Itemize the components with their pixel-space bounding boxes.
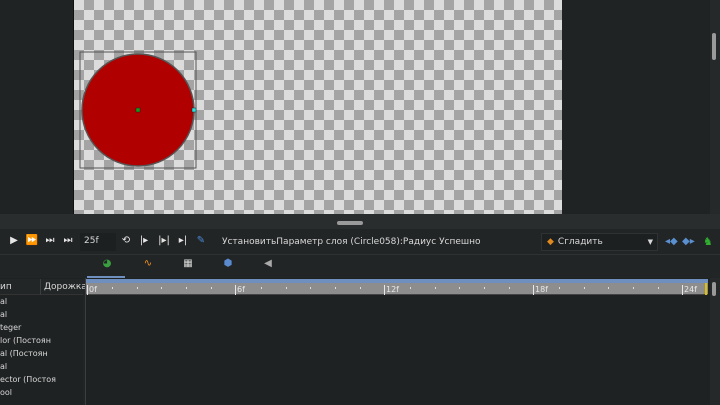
tab-params[interactable]: ◕ [100,258,114,272]
tick-label: 18f [533,285,548,295]
minor-tick [434,287,436,289]
param-row[interactable]: ool [0,388,83,401]
time-cursor[interactable] [705,283,707,295]
status-message: УстановитьПараметр слоя (Circle058):Ради… [222,237,481,247]
bounds-icon[interactable]: |▸| [155,235,173,246]
param-row[interactable]: al (Постоян [0,349,83,362]
interpolation-select[interactable]: ◆ Сгладить ▼ [541,233,658,251]
param-row[interactable]: al [0,362,83,375]
origin-handle [135,107,141,113]
tab-curves[interactable]: ∿ [141,258,155,272]
param-row[interactable]: teger [0,323,83,336]
minor-tick [658,287,660,289]
canvas-vertical-scrollbar[interactable] [710,0,720,214]
minor-tick [459,287,461,289]
minor-tick [608,287,610,289]
minor-tick [583,287,585,289]
minor-tick [335,287,337,289]
tab-sound[interactable]: ◀ [261,258,275,272]
tick-label: 24f [682,285,697,295]
seek-next-keyframe-icon[interactable]: ⏭ [41,235,59,246]
tick-label: 6f [235,285,245,295]
minor-tick [484,287,486,289]
minor-tick [633,287,635,289]
tick-label: 12f [384,285,399,295]
interpolation-diamond-icon: ◆ [547,237,554,247]
seek-end-icon[interactable]: ⏭ [59,235,77,246]
radius-handle [191,107,197,113]
bounds-end-icon[interactable]: ▸| [174,235,192,246]
time-ruler[interactable]: 0f 6f 12f 18f 24f [86,283,708,295]
bounds-start-icon[interactable]: |▸ [135,235,153,246]
tab-library[interactable]: ⬢ [221,258,235,272]
play-icon[interactable]: ▶ [5,235,23,246]
column-track[interactable]: Дорожка [44,282,87,292]
chevron-down-icon: ▼ [647,238,653,246]
tab-keyframes[interactable]: ▦ [181,258,195,272]
minor-tick [260,287,262,289]
column-type[interactable]: ип [0,282,12,292]
tick-label: 0f [87,285,97,295]
future-keyframes-lock-icon[interactable]: ◆▸ [682,236,695,247]
minor-tick [211,287,213,289]
splitter-grip[interactable] [337,221,363,225]
param-row[interactable]: al [0,310,83,323]
minor-tick [136,287,138,289]
minor-tick [409,287,411,289]
canvas[interactable] [73,0,562,214]
past-keyframes-lock-icon[interactable]: ◂◆ [665,236,678,247]
timeline-scrollbar[interactable] [710,278,720,405]
minor-tick [509,287,511,289]
interpolation-label: Сгладить [557,237,603,247]
param-row[interactable]: lor (Постоян [0,336,83,349]
current-frame-field[interactable]: 25f [80,233,116,251]
minor-tick [111,287,113,289]
scrollbar-thumb[interactable] [712,33,716,60]
fast-forward-icon[interactable]: ⏩ [23,235,41,246]
pen-icon[interactable]: ✎ [192,235,210,246]
minor-tick [310,287,312,289]
minor-tick [161,287,163,289]
params-header: ип Дорожка [0,279,87,295]
scrollbar-thumb[interactable] [712,282,716,296]
canvas-artwork [79,51,197,169]
minor-tick [558,287,560,289]
minor-tick [186,287,188,289]
minor-tick [360,287,362,289]
param-row[interactable]: ector (Постоя [0,375,83,388]
loop-icon[interactable]: ⟲ [117,235,135,246]
param-row[interactable]: al [0,297,83,310]
animation-mode-icon[interactable]: ♞ [703,235,713,248]
minor-tick [285,287,287,289]
timetrack-panel[interactable] [85,278,710,405]
